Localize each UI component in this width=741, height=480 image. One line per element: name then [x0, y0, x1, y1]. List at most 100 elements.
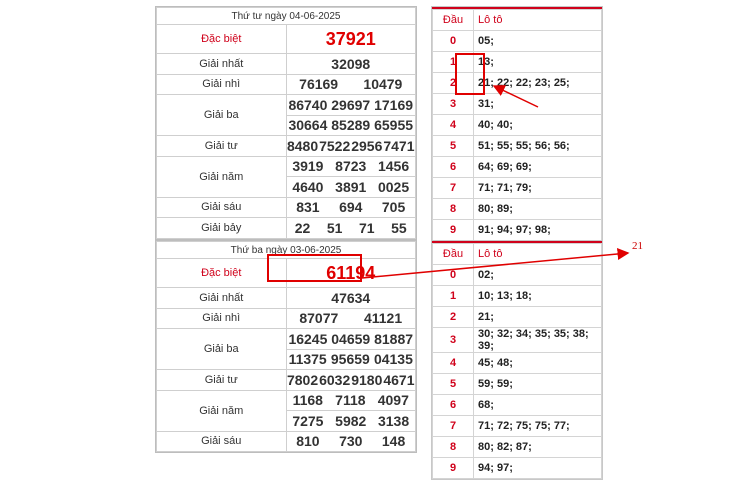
special-prize-value: 37921: [285, 24, 416, 54]
loto-row: 0 05;: [432, 30, 602, 52]
prize-values: 76169 10479: [285, 73, 416, 95]
prize-values: 3919 8723 1456: [285, 155, 416, 177]
special-prize-label: Đặc biệt: [156, 24, 287, 54]
loto-head-digit: 4: [432, 114, 474, 136]
prize-number: 4097: [377, 392, 409, 409]
loto-values: 80; 82; 87;: [473, 436, 602, 458]
loto-values: 94; 97;: [473, 457, 602, 479]
prize-number: 4640: [292, 178, 324, 195]
prize-label: Giải nhất: [156, 287, 287, 309]
prize-number: 76169: [299, 76, 339, 93]
prize-number: 32098: [331, 55, 371, 72]
prize-values: 4640 3891 0025: [285, 176, 416, 198]
loto-head-digit: 6: [432, 394, 474, 416]
loto-head-digit: 0: [432, 30, 474, 52]
loto-head-digit: 3: [432, 327, 474, 353]
prize-label: Giải sáu: [156, 430, 287, 452]
loto-values: 21; 22; 22; 23; 25;: [473, 72, 602, 94]
loto-head-digit: 6: [432, 156, 474, 178]
loto-values: 91; 94; 97; 98;: [473, 219, 602, 241]
prize-values: 7275 5982 3138: [285, 410, 416, 432]
loto-values: 05;: [473, 30, 602, 52]
prize-label: Giải sáu: [156, 196, 287, 218]
loto-values: 10; 13; 18;: [473, 285, 602, 307]
prize-number: 3919: [292, 158, 324, 175]
prize-number: 8723: [335, 158, 367, 175]
loto-head-loto: Lô tô: [473, 9, 602, 31]
loto-head-digit: 0: [432, 264, 474, 286]
prize-number: 9180: [351, 371, 383, 388]
prize-number: 1456: [377, 158, 410, 175]
loto-head-digit: 5: [432, 135, 474, 157]
prize-label: Giải nhì: [156, 73, 287, 95]
prize-values: 16245 04659 81887: [285, 328, 416, 350]
prize-number: 5982: [335, 412, 367, 429]
prize-number: 81887: [374, 330, 414, 347]
prize-number: 51: [326, 219, 343, 236]
loto-row: 4 45; 48;: [432, 352, 602, 374]
prize-values: 831 694 705: [285, 196, 416, 218]
prize-number: 4671: [383, 371, 415, 388]
loto-row: 0 02;: [432, 264, 602, 286]
loto-row: 9 91; 94; 97; 98;: [432, 219, 602, 241]
prize-number: 87077: [299, 310, 339, 327]
highlight-box-21-top: [455, 53, 485, 95]
prize-label: Giải ba: [156, 94, 287, 136]
prize-values: 22 51 71 55: [285, 217, 416, 239]
prize-number: 17169: [374, 96, 414, 113]
prize-number: 7522: [319, 137, 351, 154]
prize-number: 3138: [377, 412, 410, 429]
loto-row: 8 80; 89;: [432, 198, 602, 220]
loto-values: 21;: [473, 306, 602, 328]
prize-label: Giải ba: [156, 328, 287, 370]
prize-values: 32098: [285, 53, 416, 75]
loto-row: 7 71; 72; 75; 75; 77;: [432, 415, 602, 437]
loto-row: 1 10; 13; 18;: [432, 285, 602, 307]
prize-number: 22: [294, 219, 311, 236]
prize-number: 95659: [330, 351, 370, 368]
loto-values: 68;: [473, 394, 602, 416]
loto-values: 02;: [473, 264, 602, 286]
loto-values: 59; 59;: [473, 373, 602, 395]
prize-number: 55: [391, 219, 407, 236]
prize-number: 16245: [288, 330, 328, 347]
prize-number: 148: [381, 433, 406, 450]
loto-row: 7 71; 71; 79;: [432, 177, 602, 199]
loto-row: 3 31;: [432, 93, 602, 115]
prize-number: 3891: [335, 178, 367, 195]
loto-head-digit: 5: [432, 373, 474, 395]
loto-values: 71; 71; 79;: [473, 177, 602, 199]
loto-row: 6 68;: [432, 394, 602, 416]
prize-number: 0025: [377, 178, 410, 195]
prize-number: 11375: [288, 351, 327, 368]
loto-head-digit: 3: [432, 93, 474, 115]
prize-label: Giải tư: [156, 369, 287, 391]
loto-values: 40; 40;: [473, 114, 602, 136]
prize-number: 04135: [373, 351, 413, 368]
loto-row: 8 80; 82; 87;: [432, 436, 602, 458]
loto-head-digit: 8: [432, 436, 474, 458]
loto-values: 51; 55; 55; 56; 56;: [473, 135, 602, 157]
highlight-box-special-bottom: [267, 254, 362, 282]
prize-number: 71: [359, 219, 375, 236]
loto-row: 9 94; 97;: [432, 457, 602, 479]
loto-values: 71; 72; 75; 75; 77;: [473, 415, 602, 437]
prize-number: 29697: [331, 96, 371, 113]
annotation-label: 21: [632, 240, 643, 252]
loto-row: 6 64; 69; 69;: [432, 156, 602, 178]
loto-head-digit: 1: [432, 285, 474, 307]
loto-head-digit: 9: [432, 219, 474, 241]
prize-number: 30664: [288, 117, 328, 134]
loto-head-digit: 2: [432, 306, 474, 328]
loto-head-dau: Đầu: [432, 9, 474, 31]
prize-number: 41121: [363, 310, 403, 327]
loto-head-loto: Lô tô: [473, 243, 602, 265]
loto-head-dau: Đầu: [432, 243, 474, 265]
prize-values: 87077 41121: [285, 307, 416, 329]
loto-values: 64; 69; 69;: [473, 156, 602, 178]
prize-values: 11375 95659 04135: [285, 348, 416, 370]
prize-label: Giải bảy: [156, 217, 287, 239]
draw-date-caption: Thứ tư ngày 04-06-2025: [156, 7, 416, 25]
loto-head-digit: 9: [432, 457, 474, 479]
prize-number: 730: [339, 433, 363, 450]
